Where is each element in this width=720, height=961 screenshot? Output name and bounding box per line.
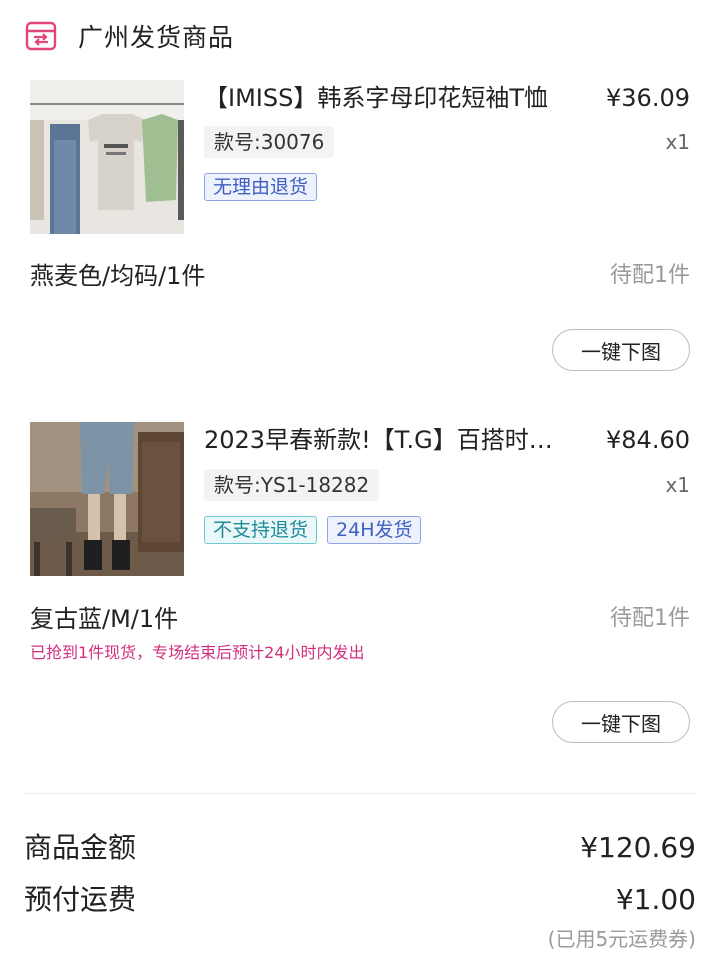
product-image[interactable] xyxy=(30,422,184,576)
divider xyxy=(24,793,696,794)
product-qty: x1 xyxy=(665,130,690,154)
product-price: ¥36.09 xyxy=(606,84,690,112)
product-qty: x1 xyxy=(665,473,690,497)
section-header: 广州发货商品 xyxy=(24,14,234,58)
product-sku: 款号:YS1-18282 xyxy=(204,469,380,501)
stock-notice: 已抢到1件现货，专场结束后预计24小时内发出 xyxy=(30,643,365,662)
prepaid-shipping-label: 预付运费 xyxy=(24,883,137,916)
product-sku: 款号:30076 xyxy=(204,126,335,158)
product-price: ¥84.60 xyxy=(606,426,690,454)
goods-amount-label: 商品金额 xyxy=(24,831,137,864)
download-images-button[interactable]: 一键下图 xyxy=(552,329,690,371)
section-title: 广州发货商品 xyxy=(78,23,235,52)
product-status: 待配1件 xyxy=(610,606,690,631)
package-icon xyxy=(25,21,57,51)
download-images-button[interactable]: 一键下图 xyxy=(552,701,690,743)
product-status: 待配1件 xyxy=(610,263,690,288)
product-image[interactable] xyxy=(30,80,184,234)
prepaid-shipping-value: ¥1.00 xyxy=(615,883,696,916)
coupon-note: (已用5元运费券) xyxy=(547,927,696,951)
product-tags: 无理由退货 xyxy=(204,173,318,201)
product-spec: 复古蓝/M/1件 xyxy=(30,605,179,633)
tag-return-policy: 无理由退货 xyxy=(204,173,318,201)
product-spec: 燕麦色/均码/1件 xyxy=(30,262,206,290)
tag-24h-shipping: 24H发货 xyxy=(327,516,422,544)
product-name[interactable]: 2023早春新款!【T.G】百搭时尚牛仔短裤 xyxy=(204,422,574,458)
tag-no-return: 不支持退货 xyxy=(204,516,318,544)
goods-amount-value: ¥120.69 xyxy=(580,831,696,864)
product-name[interactable]: 【IMISS】韩系字母印花短袖T恤 xyxy=(204,80,574,116)
product-tags: 不支持退货 24H发货 xyxy=(204,516,422,544)
